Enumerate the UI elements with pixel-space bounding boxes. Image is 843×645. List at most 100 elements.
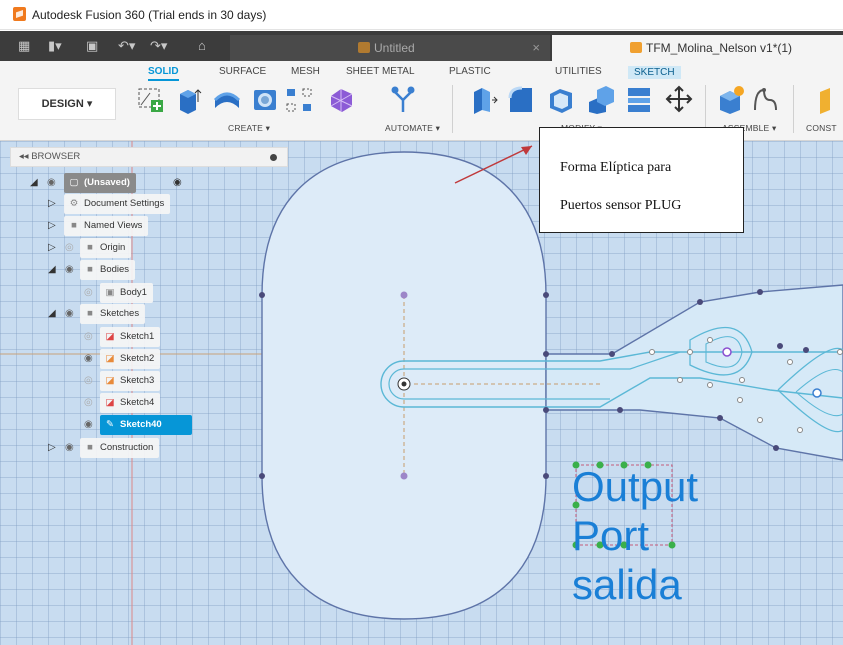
tab-mesh[interactable]: MESH bbox=[291, 66, 320, 77]
browser-item-document-settings[interactable]: ⚙ Document Settings bbox=[64, 194, 171, 214]
press-pull-icon[interactable] bbox=[468, 84, 498, 114]
activate-radio-icon[interactable]: ◉ bbox=[173, 173, 182, 193]
window-title: Autodesk Fusion 360 (Trial ends in 30 da… bbox=[32, 8, 267, 22]
undo-icon[interactable]: ↶▾ bbox=[118, 38, 135, 54]
sketch-text-output[interactable]: Output bbox=[572, 465, 698, 509]
revolve-icon[interactable] bbox=[212, 84, 242, 114]
tab-surface[interactable]: SURFACE bbox=[219, 66, 266, 77]
component-icon: ▢ bbox=[69, 177, 79, 188]
browser-item-sketch40[interactable]: ✎ Sketch40 bbox=[100, 415, 192, 435]
sketch-icon: ◪ bbox=[105, 375, 115, 386]
hole-icon[interactable] bbox=[250, 84, 280, 114]
browser-item-sketches[interactable]: ■ Sketches bbox=[80, 304, 146, 324]
automate-icon[interactable] bbox=[388, 84, 418, 114]
visibility-eye-icon[interactable]: ◉ bbox=[47, 173, 56, 193]
browser-item-sketch4[interactable]: ◪ Sketch4 bbox=[100, 393, 161, 413]
close-icon[interactable]: × bbox=[532, 35, 540, 61]
sketch-icon: ◪ bbox=[105, 331, 115, 342]
visibility-eye-icon[interactable]: ◎ bbox=[84, 283, 93, 303]
toolbar-divider bbox=[793, 85, 794, 133]
visibility-eye-icon[interactable]: ◉ bbox=[65, 260, 74, 280]
file-icon[interactable]: ▮▾ bbox=[48, 38, 62, 54]
joint-icon[interactable] bbox=[750, 84, 780, 114]
home-icon[interactable]: ⌂ bbox=[198, 38, 206, 54]
new-component-icon[interactable] bbox=[716, 84, 746, 114]
sketch-icon: ✎ bbox=[106, 419, 114, 430]
move-copy-icon[interactable] bbox=[664, 84, 694, 114]
folder-icon: ■ bbox=[87, 264, 93, 275]
sketch-text-port[interactable]: Port bbox=[572, 514, 649, 558]
browser-item-bodies[interactable]: ■ Bodies bbox=[80, 260, 136, 280]
split-body-icon[interactable] bbox=[624, 84, 654, 114]
browser-item-body1[interactable]: ▣ Body1 bbox=[100, 283, 153, 303]
visibility-eye-icon[interactable]: ◎ bbox=[84, 371, 93, 391]
folder-icon: ■ bbox=[87, 242, 93, 253]
model-cube-icon bbox=[358, 42, 370, 53]
browser-item-construction[interactable]: ■ Construction bbox=[80, 438, 160, 458]
construct-plane-icon[interactable] bbox=[816, 84, 843, 114]
browser-item-origin[interactable]: ■ Origin bbox=[80, 238, 132, 258]
browser-header[interactable]: ◂◂ BROWSER bbox=[10, 147, 288, 167]
collapse-triangle-icon[interactable]: ◢ bbox=[48, 304, 60, 324]
folder-icon: ■ bbox=[87, 308, 93, 319]
expand-triangle-icon[interactable]: ▷ bbox=[48, 238, 60, 258]
tab-sheet-metal[interactable]: SHEET METAL bbox=[346, 66, 415, 77]
tab-plastic[interactable]: PLASTIC bbox=[449, 66, 491, 77]
sketch-icon: ◪ bbox=[105, 353, 115, 364]
shell-icon[interactable] bbox=[546, 84, 576, 114]
browser-root-node[interactable]: ▢ (Unsaved) bbox=[64, 173, 136, 193]
sensor-arm-shape[interactable] bbox=[545, 284, 843, 461]
expand-triangle-icon[interactable]: ▷ bbox=[48, 216, 60, 236]
folder-icon: ■ bbox=[71, 220, 77, 231]
visibility-eye-icon[interactable]: ◉ bbox=[65, 438, 74, 458]
design-workspace-button[interactable]: DESIGN ▾ bbox=[18, 88, 116, 120]
model-cube-icon bbox=[630, 42, 642, 53]
browser-panel: ◂◂ BROWSER bbox=[10, 147, 288, 167]
grid-menu-icon[interactable]: ▦ bbox=[18, 38, 30, 54]
collapse-triangle-icon[interactable]: ◢ bbox=[30, 173, 42, 193]
visibility-eye-icon[interactable]: ◎ bbox=[84, 327, 93, 347]
tab-tfm-molina[interactable]: TFM_Molina_Nelson v1*(1) bbox=[552, 35, 843, 61]
fillet-icon[interactable] bbox=[506, 84, 536, 114]
tab-untitled[interactable]: Untitled × bbox=[230, 35, 550, 61]
pin-icon[interactable] bbox=[270, 154, 277, 161]
annotation-callout: Forma Elíptica para Puertos sensor PLUG bbox=[539, 127, 744, 233]
gear-icon: ⚙ bbox=[69, 198, 79, 209]
tab-label: TFM_Molina_Nelson v1*(1) bbox=[646, 41, 793, 55]
tab-label: Untitled bbox=[374, 41, 415, 55]
sketch-text-salida[interactable]: salida bbox=[572, 563, 682, 607]
redo-icon[interactable]: ↷▾ bbox=[150, 38, 167, 54]
collapse-triangle-icon[interactable]: ◢ bbox=[48, 260, 60, 280]
extrude-icon[interactable] bbox=[174, 84, 204, 114]
title-bar: Autodesk Fusion 360 (Trial ends in 30 da… bbox=[0, 0, 843, 30]
toolbar-divider bbox=[705, 85, 706, 133]
visibility-eye-icon[interactable]: ◉ bbox=[65, 304, 74, 324]
folder-icon: ■ bbox=[87, 442, 93, 453]
annotation-line-2: Puertos sensor PLUG bbox=[560, 198, 682, 213]
browser-item-sketch1[interactable]: ◪ Sketch1 bbox=[100, 327, 161, 347]
collapse-icon[interactable]: ◂◂ bbox=[19, 151, 31, 162]
fusion-logo-icon bbox=[13, 7, 26, 21]
browser-item-sketch2[interactable]: ◪ Sketch2 bbox=[100, 349, 161, 369]
pattern-icon[interactable] bbox=[284, 84, 314, 114]
tab-utilities[interactable]: UTILITIES bbox=[555, 66, 602, 77]
visibility-eye-icon[interactable]: ◎ bbox=[84, 393, 93, 413]
automate-group-label[interactable]: AUTOMATE ▾ bbox=[385, 123, 440, 134]
save-icon[interactable]: ▣ bbox=[86, 38, 98, 54]
browser-item-sketch3[interactable]: ◪ Sketch3 bbox=[100, 371, 161, 391]
tab-solid[interactable]: SOLID bbox=[148, 66, 179, 81]
visibility-eye-icon[interactable]: ◉ bbox=[84, 349, 93, 369]
expand-triangle-icon[interactable]: ▷ bbox=[48, 194, 60, 214]
expand-triangle-icon[interactable]: ▷ bbox=[48, 438, 60, 458]
create-group-label[interactable]: CREATE ▾ bbox=[228, 123, 270, 134]
form-icon[interactable] bbox=[326, 84, 356, 114]
create-sketch-icon[interactable] bbox=[136, 84, 166, 114]
visibility-eye-icon[interactable]: ◎ bbox=[65, 238, 74, 258]
sketch-center-point[interactable] bbox=[722, 347, 732, 357]
construct-group-label[interactable]: CONST bbox=[806, 123, 837, 133]
tab-sketch[interactable]: SKETCH bbox=[628, 66, 681, 79]
browser-item-named-views[interactable]: ■ Named Views bbox=[64, 216, 149, 236]
combine-icon[interactable] bbox=[586, 84, 616, 114]
sketch-center-point[interactable] bbox=[812, 388, 822, 398]
visibility-eye-icon[interactable]: ◉ bbox=[84, 415, 93, 435]
